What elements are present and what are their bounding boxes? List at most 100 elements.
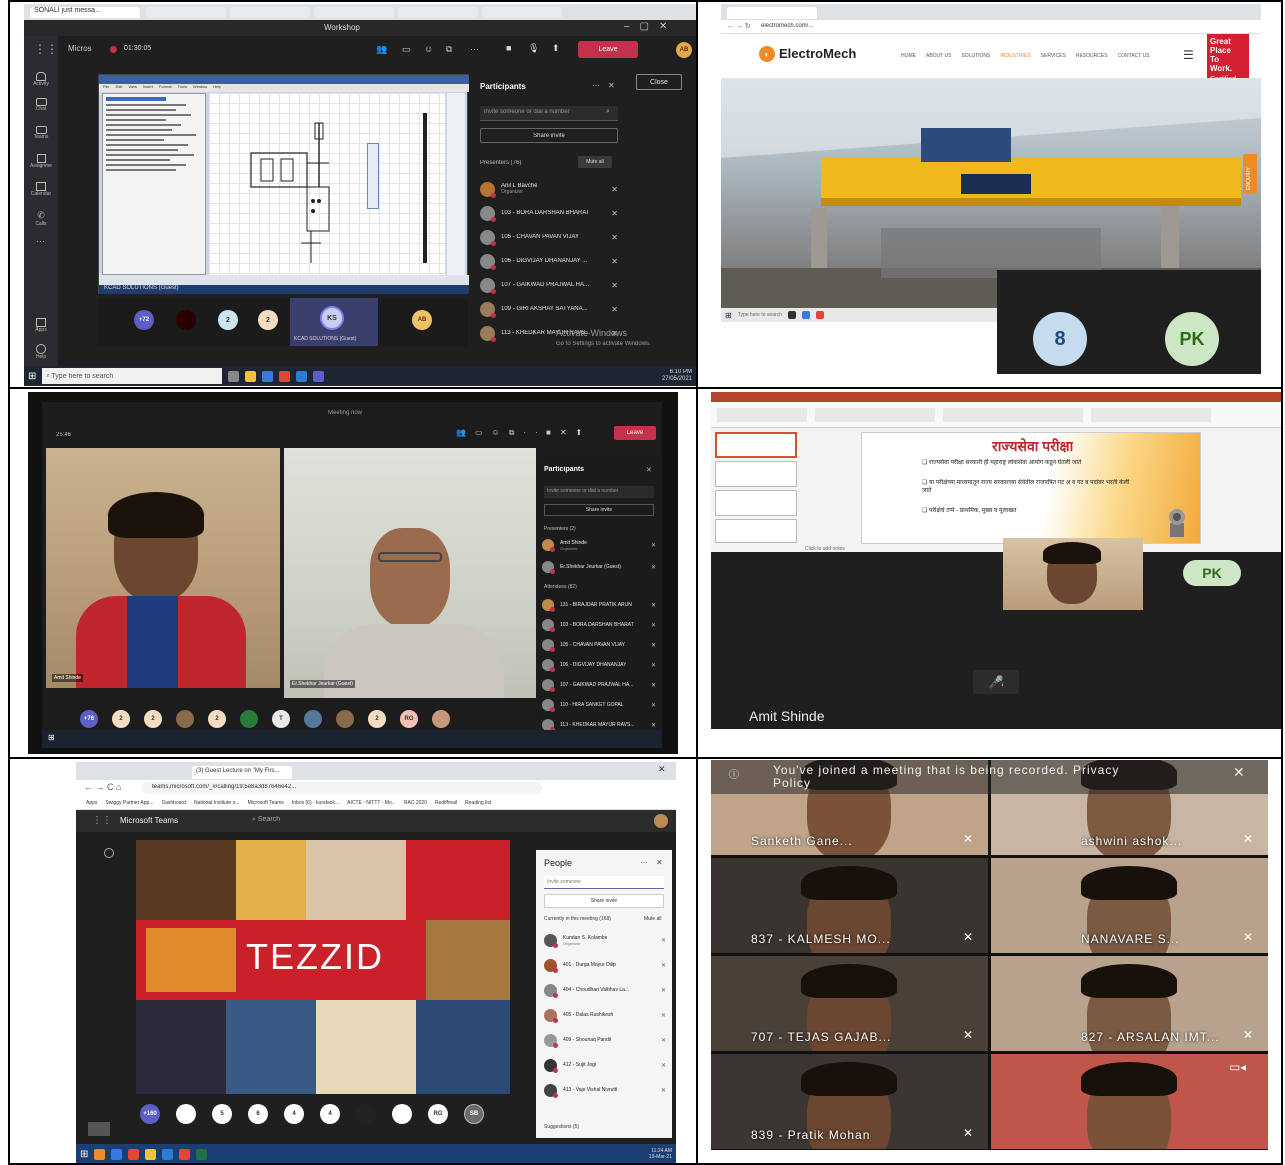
overflow-avatar[interactable]: +72 bbox=[134, 310, 154, 330]
task-view-icon[interactable] bbox=[228, 370, 240, 382]
share-invite-button[interactable]: Share invite bbox=[544, 894, 664, 908]
cad-menu-item[interactable]: Insert bbox=[143, 84, 153, 92]
search-box[interactable]: ⌕ Search bbox=[252, 816, 280, 824]
cad-menu-item[interactable]: Help bbox=[213, 84, 221, 92]
app-launcher-icon[interactable]: ⋮⋮ bbox=[34, 42, 58, 56]
mic-off-icon[interactable]: ✕ bbox=[651, 682, 656, 689]
cad-menu-item[interactable]: Tools bbox=[178, 84, 187, 92]
mic-off-icon[interactable]: ✕ bbox=[661, 962, 666, 969]
browser-tab[interactable] bbox=[727, 7, 817, 19]
camera-icon[interactable]: ▭◂ bbox=[1229, 1060, 1246, 1074]
browser-tab[interactable] bbox=[314, 7, 394, 18]
site-nav-item[interactable]: RESOURCES bbox=[1076, 53, 1108, 63]
participant-row[interactable]: 409 - Shounaq Pandit ✕ bbox=[544, 1030, 666, 1050]
site-nav-item[interactable]: SOLUTIONS bbox=[961, 53, 990, 63]
browser-tab[interactable] bbox=[482, 7, 562, 18]
mic-off-icon[interactable]: 🎤̸ bbox=[973, 670, 1019, 694]
bookmark-item[interactable]: Inbox (6) - kundank... bbox=[292, 800, 339, 806]
mic-off-icon[interactable]: ✕ bbox=[611, 209, 618, 218]
mic-off-icon[interactable]: ✕ bbox=[611, 281, 618, 290]
mic-off-icon[interactable]: ✕ bbox=[651, 564, 656, 571]
mic-off-icon[interactable]: ✕ bbox=[661, 1087, 666, 1094]
ribbon-group[interactable] bbox=[815, 408, 935, 422]
url-text[interactable]: electromech.com/... bbox=[761, 23, 813, 29]
nav-arrows-icon[interactable]: ← → C ⌂ bbox=[84, 782, 121, 792]
participant-row[interactable]: 106 - DIGVIJAY DHANANJAY ... ✕ bbox=[480, 250, 618, 272]
mic-off-icon[interactable]: ✕ bbox=[963, 1126, 973, 1140]
ribbon-group[interactable] bbox=[717, 408, 807, 422]
window-controls[interactable]: –▢✕ bbox=[624, 21, 677, 32]
avatar[interactable]: 2 bbox=[144, 710, 162, 728]
bookmark-item[interactable]: Apps bbox=[86, 800, 97, 806]
video-tile[interactable]: NANAVARE S... ✕ bbox=[991, 858, 1268, 953]
mic-off-icon[interactable]: ✕ bbox=[1243, 1028, 1253, 1042]
video-tile[interactable]: 827 - ARSALAN IMT... ✕ bbox=[991, 956, 1268, 1051]
avatar[interactable]: RG bbox=[428, 1104, 448, 1124]
bookmark-item[interactable]: Dashboard bbox=[162, 800, 186, 806]
participant-row[interactable]: 405 - Dalas Rushikesh ✕ bbox=[544, 1005, 666, 1025]
browser-tab[interactable]: (3) Guest Lecture on "My Firs... bbox=[192, 766, 292, 779]
mic-off-icon[interactable]: ✕ bbox=[611, 305, 618, 314]
active-speaker-tile[interactable]: KS KCAD SOLUTIONS (Guest) bbox=[290, 298, 378, 346]
avatar[interactable]: 4 bbox=[284, 1104, 304, 1124]
edge-icon[interactable] bbox=[801, 311, 810, 319]
avatar[interactable]: SB bbox=[464, 1104, 484, 1124]
avatar[interactable] bbox=[336, 710, 354, 728]
avatar[interactable]: AB bbox=[412, 310, 432, 330]
info-icon[interactable]: ⓘ bbox=[729, 766, 739, 781]
site-nav-item[interactable]: ABOUT US bbox=[926, 53, 951, 63]
participant-row[interactable]: 103 - BORA DARSHAN BHARAT ✕ bbox=[542, 616, 656, 634]
windows-start-icon[interactable]: ⊞ bbox=[725, 311, 732, 320]
invite-input[interactable]: Invite someone or dial a number ⌕ bbox=[480, 106, 618, 121]
leave-button[interactable]: Leave bbox=[578, 41, 638, 58]
mic-off-icon[interactable]: ✕ bbox=[651, 702, 656, 709]
participant-row[interactable]: 107 - GAIKWAD PRAJWAL HA... ✕ bbox=[542, 676, 656, 694]
mic-off-icon[interactable]: ✕ bbox=[963, 1028, 973, 1042]
chrome-icon[interactable] bbox=[815, 311, 824, 319]
in-meeting-label[interactable]: Currently in this meeting (168) bbox=[544, 916, 611, 922]
participant-row[interactable]: 404 - Choudhari Vaibhav La... ✕ bbox=[544, 980, 666, 1000]
taskbar-search-input[interactable]: ⌕ Type here to search bbox=[42, 368, 223, 384]
avatar[interactable]: 2 bbox=[112, 710, 130, 728]
avatar[interactable]: 2 bbox=[218, 310, 238, 330]
leave-button[interactable]: Leave bbox=[614, 426, 656, 440]
bookmark-item[interactable]: Rediffmail bbox=[435, 800, 457, 806]
file-explorer-icon[interactable] bbox=[245, 370, 257, 382]
notes-placeholder[interactable]: Click to add notes bbox=[805, 546, 845, 552]
avatar[interactable] bbox=[176, 710, 194, 728]
participant-row[interactable]: 413 - Vaje Vishal Nivrutti ✕ bbox=[544, 1080, 666, 1100]
share-invite-button[interactable]: Share invite bbox=[480, 128, 618, 143]
presenters-label[interactable]: Presenters (2) bbox=[544, 526, 576, 532]
task-view-icon[interactable] bbox=[787, 311, 796, 319]
overflow-avatar[interactable]: +160 bbox=[140, 1104, 160, 1124]
mic-off-icon[interactable]: ✕ bbox=[651, 662, 656, 669]
mic-icon[interactable]: 🎙 bbox=[528, 43, 539, 54]
browser-tab[interactable] bbox=[398, 7, 478, 18]
bookmark-item[interactable]: AICTE - NITTT - Mo... bbox=[347, 800, 396, 806]
participant-row[interactable]: 110 - HIRA SANKET GOPAL ✕ bbox=[542, 696, 656, 714]
bookmark-item[interactable]: National Institute o... bbox=[194, 800, 240, 806]
browser-tab[interactable] bbox=[230, 7, 310, 18]
site-nav-item[interactable]: SERVICES bbox=[1041, 53, 1066, 63]
mic-off-icon[interactable]: ✕ bbox=[661, 937, 666, 944]
avatar[interactable]: PK bbox=[1183, 560, 1241, 586]
radio-icon[interactable] bbox=[104, 848, 114, 858]
firefox-icon[interactable] bbox=[94, 1148, 106, 1160]
hamburger-menu-icon[interactable]: ☰ bbox=[1183, 48, 1194, 62]
self-view-tile[interactable] bbox=[88, 1122, 110, 1136]
participant-row[interactable]: Anil L Bavche Organizer ✕ bbox=[480, 178, 618, 200]
mic-off-icon[interactable]: ✕ bbox=[963, 832, 973, 846]
ribbon-group[interactable] bbox=[1091, 408, 1211, 422]
word-icon[interactable] bbox=[162, 1148, 174, 1160]
participant-row[interactable]: 105 - CHAVAN PAVAN VIJAY ✕ bbox=[542, 636, 656, 654]
participant-row[interactable]: 412 - Sujit Jogi ✕ bbox=[544, 1055, 666, 1075]
mic-off-icon[interactable]: ✕ bbox=[661, 1062, 666, 1069]
bookmark-item[interactable]: RAC 2020 bbox=[404, 800, 427, 806]
video-tile[interactable]: Er.Shekhar Jeurkar (Guest) bbox=[284, 448, 536, 698]
reactions-icon[interactable]: ☺ bbox=[424, 44, 433, 54]
cad-menu-item[interactable]: File bbox=[103, 84, 109, 92]
word-icon[interactable] bbox=[296, 370, 308, 382]
windows-start-icon[interactable]: ⊞ bbox=[80, 1149, 88, 1160]
pdf-icon[interactable] bbox=[128, 1148, 140, 1160]
close-button[interactable]: Close bbox=[636, 74, 682, 90]
